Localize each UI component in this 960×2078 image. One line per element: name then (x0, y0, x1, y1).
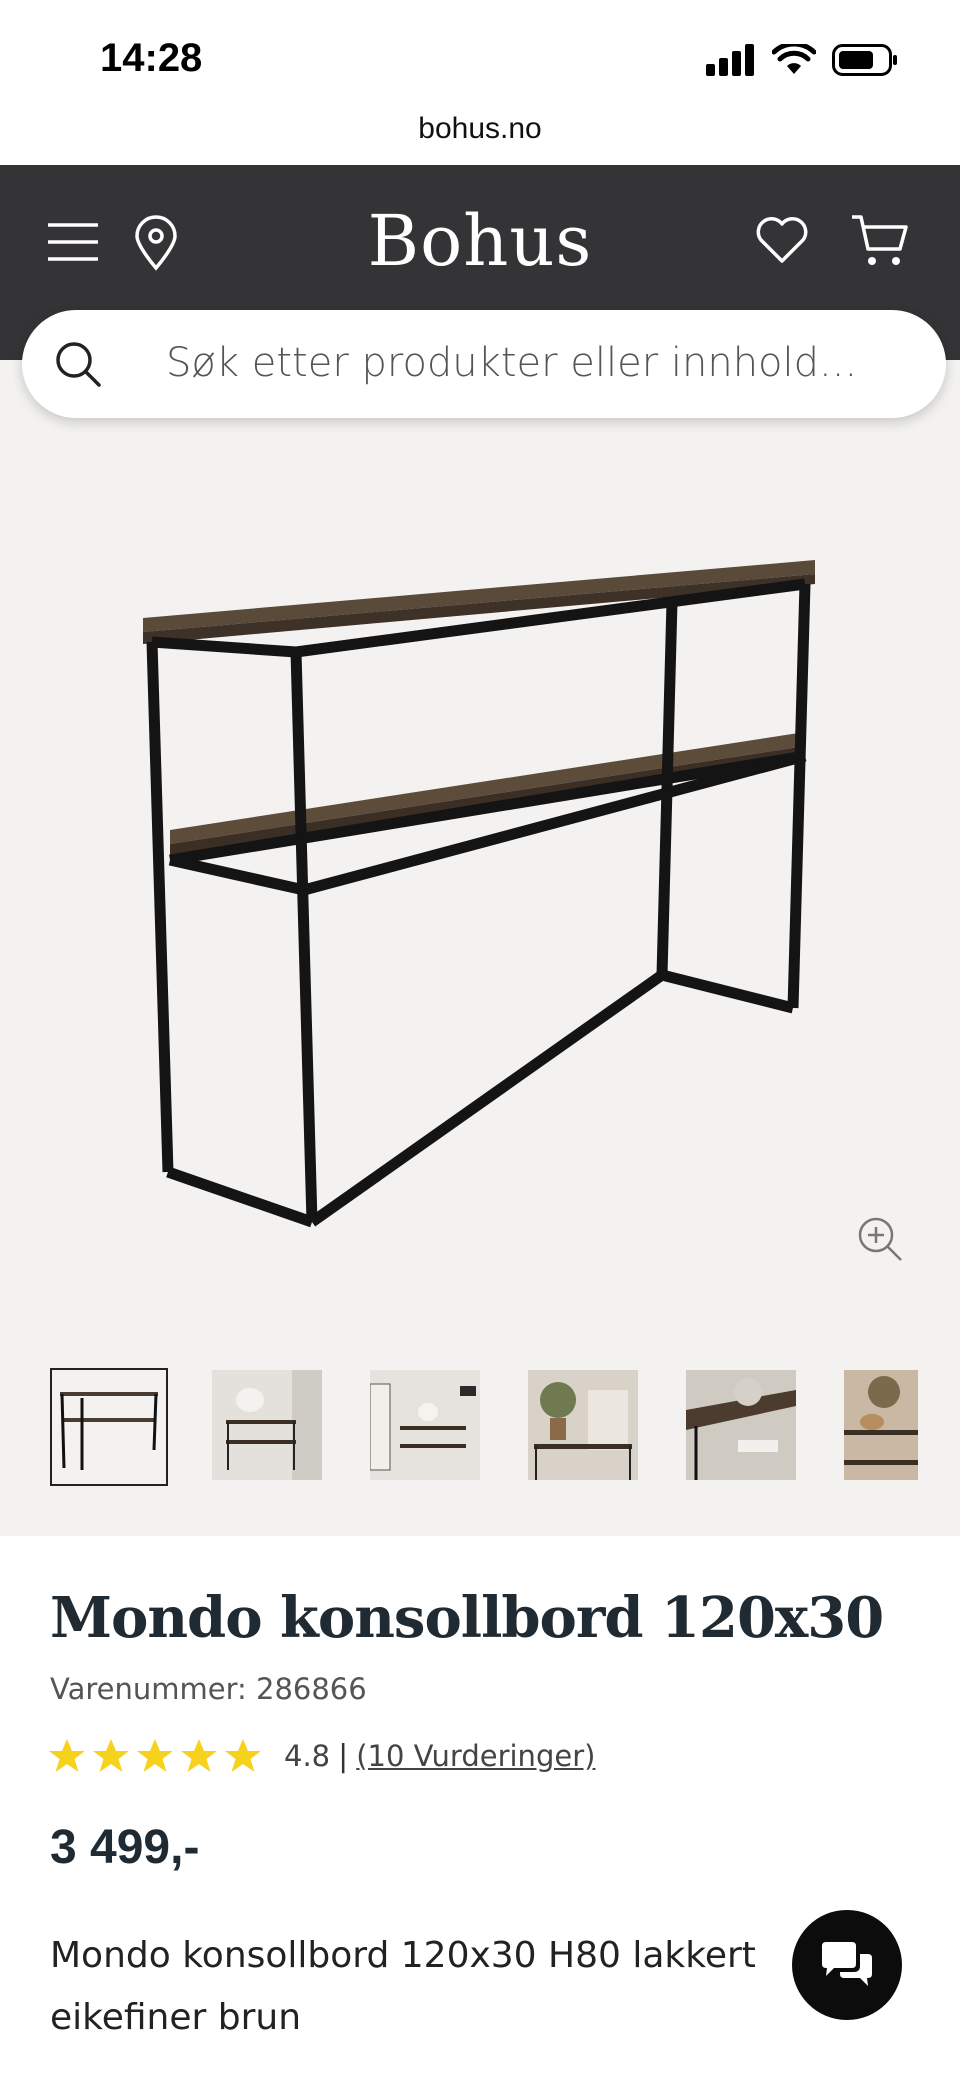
thumbnail-5[interactable] (686, 1370, 796, 1480)
search-bar[interactable]: Søk etter produkter eller innhold... (22, 310, 946, 418)
product-title: Mondo konsollbord 120x30 (50, 1585, 884, 1651)
browser-url[interactable]: bohus.no (0, 112, 960, 146)
star-icon (225, 1739, 261, 1772)
chat-icon (822, 1942, 872, 1986)
star-icon (181, 1739, 217, 1772)
product-price: 3 499,- (50, 1821, 200, 1874)
signal-icon (706, 44, 754, 76)
product-rating: 4.8 | (10 Vurderinger) (48, 1738, 595, 1774)
star-icon (137, 1739, 173, 1772)
zoom-in-icon[interactable] (856, 1215, 904, 1263)
search-input[interactable]: Søk etter produkter eller innhold... (166, 340, 857, 386)
search-icon (56, 342, 101, 387)
star-icon (93, 1739, 129, 1772)
wifi-icon (772, 44, 816, 74)
battery-icon (832, 44, 897, 76)
status-bar: 14:28 (0, 0, 960, 112)
chat-button[interactable] (792, 1910, 902, 2020)
thumbnail-1[interactable] (50, 1368, 168, 1486)
status-icons (706, 44, 898, 76)
star-icon (49, 1739, 85, 1772)
reviews-link[interactable]: (10 Vurderinger) (356, 1739, 595, 1773)
product-sku: Varenummer: 286866 (50, 1672, 367, 1706)
status-time: 14:28 (100, 36, 203, 80)
thumbnail-2[interactable] (212, 1370, 322, 1480)
rating-value: 4.8 (284, 1739, 331, 1773)
rating-stars (48, 1738, 262, 1774)
thumbnail-3[interactable] (370, 1370, 480, 1480)
rating-separator: | (338, 1738, 349, 1774)
site-logo[interactable]: Bohus (0, 200, 960, 282)
thumbnail-6[interactable] (844, 1370, 918, 1480)
product-main-image[interactable] (0, 360, 960, 1340)
product-description: Mondo konsollbord 120x30 H80 lakkert eik… (50, 1935, 756, 2038)
thumbnail-4[interactable] (528, 1370, 638, 1480)
product-gallery (0, 360, 960, 1536)
